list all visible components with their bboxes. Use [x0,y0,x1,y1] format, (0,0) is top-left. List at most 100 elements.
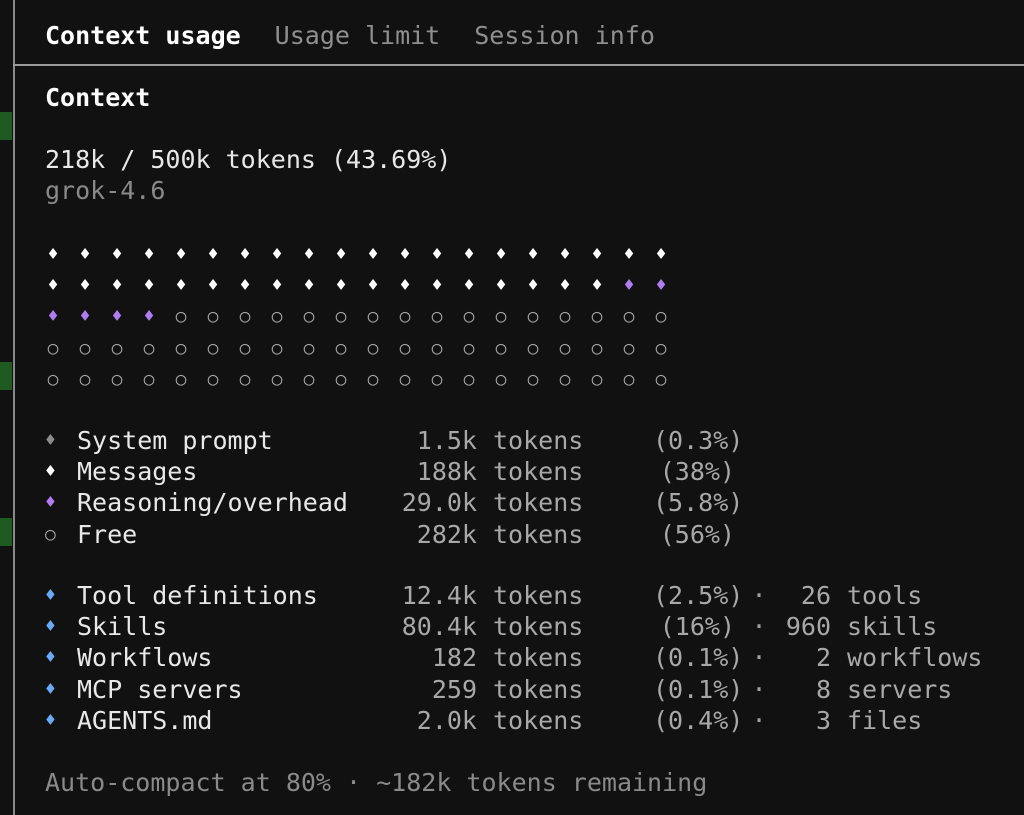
model-name: grok-4.6 [45,176,166,205]
detail-count: 26 [800,581,831,610]
breakdown-amount: 1.5k [416,426,477,455]
background-window-fragment [0,362,12,390]
grid-cell-messages: ♦ [175,244,187,265]
grid-cell-free: ○ [367,368,379,390]
grid-cell-free: ○ [239,368,251,390]
breakdown-label: Free [77,519,138,549]
grid-cell-messages: ♦ [175,275,187,297]
breakdown-label: Reasoning/overhead [77,488,348,518]
grid-cell-messages: ♦ [239,244,251,265]
background-window-fragment [0,112,12,140]
grid-cell-messages: ♦ [527,275,539,297]
grid-cell-messages: ♦ [207,275,219,297]
grid-cell-free: ○ [271,337,283,359]
breakdown-label: Messages [77,457,198,487]
detail-row: ♦ AGENTS.md 2.0k tokens (0.4%) · 3 files [45,705,982,736]
grid-cell-messages: ♦ [591,244,603,265]
grid-cell-messages: ♦ [399,244,411,265]
tab-session-info[interactable]: Session info [474,18,655,54]
grid-cell-free: ○ [271,306,283,328]
grid-cell-messages: ♦ [463,275,475,297]
grid-cell-messages: ♦ [591,275,603,297]
grid-cell-free: ○ [591,306,603,328]
detail-label: Workflows [77,643,213,673]
grid-cell-free: ○ [175,368,187,390]
detail-count-unit: files [847,705,923,735]
grid-cell-messages: ♦ [207,244,219,265]
detail-unit: tokens [493,674,584,704]
detail-amount: 12.4k [401,581,477,610]
grid-cell-reasoning: ♦ [623,275,635,297]
grid-cell-free: ○ [495,337,507,359]
grid-cell-free: ○ [79,368,91,390]
tab-divider [13,64,1024,66]
grid-cell-messages: ♦ [431,275,443,297]
tab-context-usage[interactable]: Context usage [45,18,241,54]
grid-cell-free: ○ [111,368,123,390]
detail-unit: tokens [493,705,584,735]
grid-cell-free: ○ [623,337,635,359]
grid-cell-messages: ♦ [47,244,59,265]
detail-unit: tokens [493,612,584,642]
detail-count-unit: skills [847,612,938,642]
grid-cell-free: ○ [303,368,315,390]
agents-md-diamond-icon: ♦ [45,709,56,731]
grid-cell-messages: ♦ [271,275,283,297]
grid-cell-free: ○ [271,368,283,390]
detail-percent: (2.5%) [653,581,744,610]
breakdown-row: ♦ Reasoning/overhead 29.0k tokens (5.8%) [45,487,743,518]
tool-definitions-diamond-icon: ♦ [45,585,56,606]
detail-separator: · [751,705,767,735]
detail-separator: · [751,612,767,642]
detail-percent: (0.1%) [653,643,744,673]
detail-amount: 182 [431,643,477,673]
grid-cell-messages: ♦ [271,244,283,265]
detail-count: 2 [815,643,831,673]
detail-count-unit: servers [847,674,953,704]
grid-cell-free: ○ [239,337,251,359]
grid-cell-free: ○ [175,337,187,359]
breakdown-amount: 282k [416,519,477,549]
grid-cell-free: ○ [463,368,475,390]
breakdown-percent: (56%) [659,519,735,549]
breakdown-unit: tokens [493,426,584,455]
breakdown-amount: 29.0k [401,488,477,518]
grid-cell-free: ○ [335,337,347,359]
grid-cell-free: ○ [303,306,315,328]
system-prompt-diamond-icon: ♦ [45,430,56,451]
detail-count-unit: workflows [847,643,983,673]
grid-cell-free: ○ [47,337,59,359]
detail-row: ♦ Skills 80.4k tokens (16%) · 960 skills [45,611,982,642]
grid-cell-free: ○ [495,368,507,390]
grid-cell-free: ○ [111,337,123,359]
grid-cell-free: ○ [239,306,251,328]
detail-amount: 2.0k [416,705,477,735]
auto-compact-status: Auto-compact at 80% · ~182k tokens remai… [45,768,708,797]
grid-cell-messages: ♦ [79,275,91,297]
detail-label: MCP servers [77,674,243,704]
grid-cell-reasoning: ♦ [111,306,123,328]
detail-label: AGENTS.md [77,705,213,735]
tab-usage-limit[interactable]: Usage limit [275,18,441,54]
grid-cell-reasoning: ♦ [143,306,155,328]
grid-cell-messages: ♦ [559,244,571,265]
grid-cell-messages: ♦ [495,275,507,297]
grid-cell-reasoning: ♦ [47,306,59,328]
detail-percent: (16%) [659,612,735,642]
detail-row: ♦ Tool definitions 12.4k tokens (2.5%) ·… [45,580,982,611]
detail-label: Skills [77,612,168,642]
detail-separator: · [751,581,767,610]
detail-count-unit: tools [847,581,923,610]
grid-cell-free: ○ [175,306,187,328]
grid-cell-messages: ♦ [111,244,123,265]
detail-row: ♦ MCP servers 259 tokens (0.1%) · 8 serv… [45,674,982,705]
grid-cell-reasoning: ♦ [79,306,91,328]
section-heading: Context [45,83,151,112]
grid-cell-free: ○ [591,368,603,390]
breakdown-percent: (0.3%) [653,426,744,455]
grid-cell-messages: ♦ [399,275,411,297]
grid-cell-free: ○ [655,306,667,328]
grid-cell-messages: ♦ [335,244,347,265]
tab-bar: Context usage Usage limit Session info [45,18,655,54]
breakdown-unit: tokens [493,519,584,549]
